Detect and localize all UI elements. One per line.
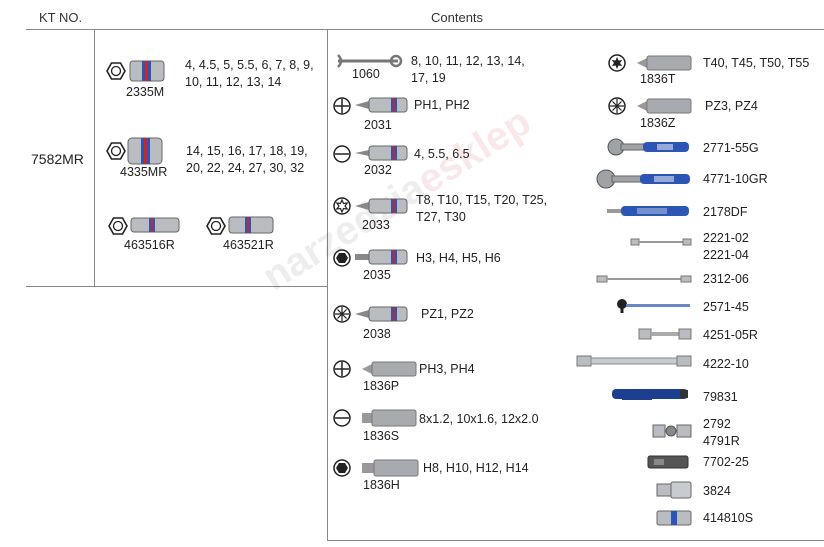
item-code: 414810S [703, 511, 754, 525]
pozidriv-icon [333, 305, 351, 323]
item-code: 3824 [703, 484, 731, 498]
item-sizes: H8, H10, H12, H14 [423, 461, 529, 475]
item-code: 2038 [363, 327, 391, 341]
item-code: 2312-06 [703, 272, 749, 286]
penlight-image [612, 389, 688, 400]
torx-icon [608, 54, 626, 72]
kt-column-divider [94, 29, 95, 287]
item-code: 2571-45 [703, 300, 749, 314]
extension-image [630, 238, 692, 246]
pozidriv-icon [608, 97, 626, 115]
bit-socket-image [355, 249, 408, 265]
item-code: 1060 [352, 67, 380, 81]
torx-icon [333, 197, 351, 215]
socket-image [129, 60, 165, 82]
item-sizes: PZ1, PZ2 [421, 307, 474, 321]
item-code: 1836Z [640, 116, 676, 130]
item-code: 2221-02 2221-04 [703, 231, 749, 262]
item-sizes: T8, T10, T15, T20, T25, T27, T30 [416, 193, 548, 224]
item-code: 2792 4791R [703, 417, 740, 448]
phillips-icon [333, 97, 351, 115]
item-sizes: 8, 10, 11, 12, 13, 14, 17, 19 [411, 54, 525, 85]
slotted-icon [333, 409, 351, 427]
item-code: 7702-25 [703, 455, 749, 469]
item-code: 1836H [363, 478, 400, 492]
bit-holder-socket-image [656, 510, 692, 526]
hex-icon [333, 249, 351, 267]
kt-no-header: KT NO. [39, 10, 83, 25]
hex-socket-icon [206, 217, 226, 235]
hex-icon [333, 459, 351, 477]
socket-sizes: 14, 15, 16, 17, 18, 19, 20, 22, 24, 27, 3… [186, 144, 308, 175]
spinner-image [617, 299, 690, 313]
bit-image [637, 98, 692, 114]
socket-code: 2335M [126, 85, 165, 99]
socket-code: 463521R [223, 238, 274, 252]
item-code: 2031 [364, 118, 392, 132]
contents-left-border [327, 29, 328, 541]
item-sizes: 4, 5.5, 6.5 [414, 147, 470, 161]
contents-header: Contents [431, 10, 484, 25]
hex-socket-icon [106, 62, 126, 80]
item-code: 1836P [363, 379, 400, 393]
deep-socket-image [228, 216, 274, 234]
item-code: 2032 [364, 163, 392, 177]
item-sizes: PH3, PH4 [419, 362, 475, 376]
universal-joint-image [652, 424, 692, 438]
socket-code: 463516R [124, 238, 175, 252]
item-sizes: T40, T45, T50, T55 [703, 56, 810, 70]
item-code: 2035 [363, 268, 391, 282]
hex-socket-icon [106, 142, 126, 160]
item-sizes: PH1, PH2 [414, 98, 470, 112]
item-sizes: H3, H4, H5, H6 [416, 251, 501, 265]
item-code: 1836T [640, 72, 676, 86]
item-code: 4771-10GR [703, 172, 768, 186]
long-extension-image [576, 355, 692, 367]
item-code: 79831 [703, 390, 738, 404]
flex-bar-image [596, 275, 692, 283]
item-sizes: PZ3, PZ4 [705, 99, 758, 113]
bit-socket-image [355, 97, 408, 113]
hex-socket-icon [108, 217, 128, 235]
item-code: 1836S [363, 429, 400, 443]
item-code: 2178DF [703, 205, 748, 219]
ratchet-image [596, 169, 690, 189]
phillips-icon [333, 360, 351, 378]
bit-image [637, 55, 692, 71]
socket-image [127, 137, 163, 165]
driver-handle-image [607, 206, 689, 216]
item-code: 2033 [362, 218, 390, 232]
contents-bottom-border [327, 540, 824, 541]
socket-sizes: 4, 4.5, 5, 5.5, 6, 7, 8, 9, 10, 11, 12, 1… [185, 58, 314, 89]
bit-adapter-image [647, 455, 689, 469]
item-code: 4251-05R [703, 328, 758, 342]
bit-image [362, 459, 419, 477]
item-sizes: 8x1.2, 10x1.6, 12x2.0 [419, 412, 539, 426]
slotted-icon [333, 145, 351, 163]
kit-number: 7582MR [31, 151, 84, 167]
bit-image [362, 361, 417, 377]
bit-image [362, 409, 417, 427]
deep-socket-image [130, 217, 180, 233]
item-code: 4222-10 [703, 357, 749, 371]
socket-code: 4335MR [120, 165, 168, 179]
header-rule [26, 29, 824, 30]
item-code: 2771-55G [703, 141, 759, 155]
bit-socket-image [355, 145, 408, 161]
ratchet-image [607, 138, 689, 156]
adapter-image [656, 481, 692, 499]
bit-socket-image [355, 306, 408, 322]
bit-socket-image [355, 198, 408, 214]
extension-image [638, 328, 692, 340]
